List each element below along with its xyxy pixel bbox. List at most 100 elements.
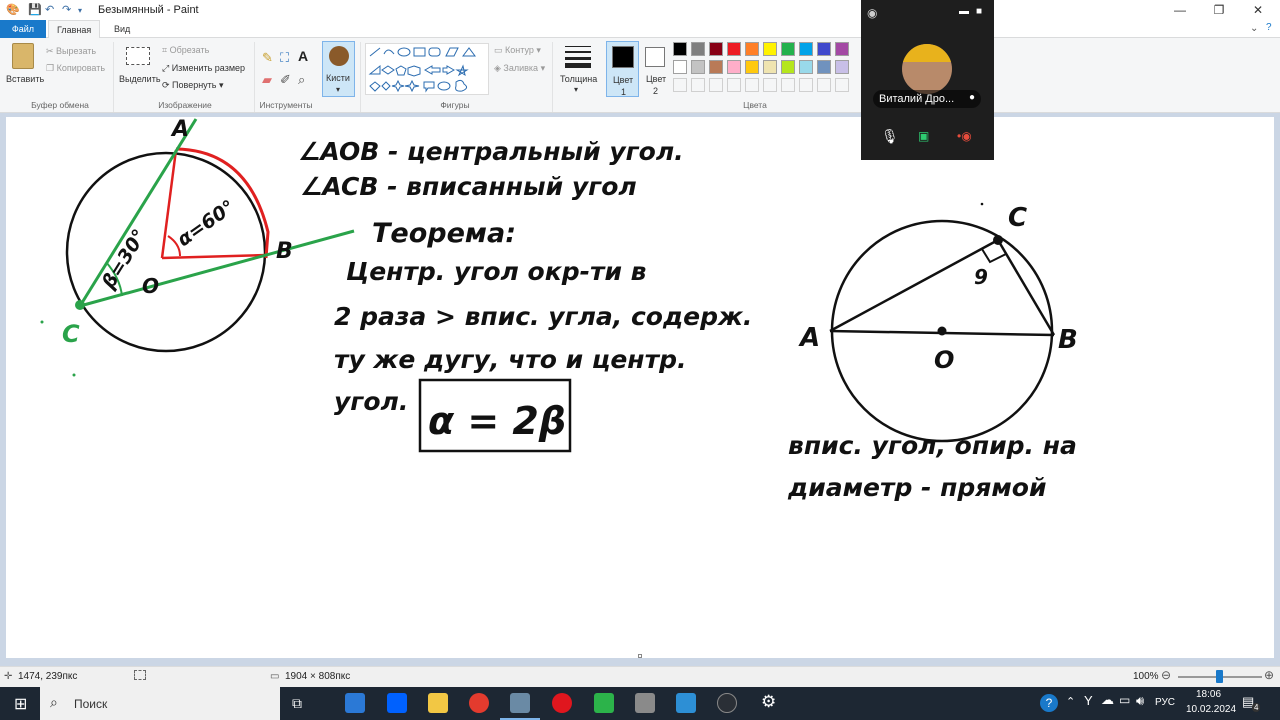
crop-button[interactable]: ⌗ Обрезать: [162, 45, 209, 56]
custom-color-slot[interactable]: [691, 78, 705, 92]
yandex-tray-icon[interactable]: Y: [1084, 693, 1093, 708]
canvas-resize-handle[interactable]: [638, 654, 642, 658]
dropbox-icon[interactable]: [387, 693, 407, 713]
undo-icon[interactable]: ↶: [45, 3, 54, 16]
help-tray-icon[interactable]: ?: [1040, 694, 1058, 712]
palette-swatch[interactable]: [799, 42, 813, 56]
opera-icon[interactable]: [552, 693, 572, 713]
screen-share-icon[interactable]: ▣: [918, 129, 929, 143]
eraser-icon[interactable]: ▰: [262, 72, 272, 88]
mic-icon[interactable]: 🎙: [881, 128, 899, 145]
paste-icon[interactable]: [12, 43, 34, 69]
color2-button[interactable]: Цвет 2: [641, 41, 671, 97]
palette-swatch[interactable]: [691, 42, 705, 56]
thickness-button[interactable]: Толщина: [560, 74, 597, 84]
fill-bucket-icon[interactable]: ⛶: [280, 50, 289, 66]
photos-app-icon[interactable]: [676, 693, 696, 713]
palette-swatch[interactable]: [835, 42, 849, 56]
palette-swatch[interactable]: [727, 42, 741, 56]
palette-swatch[interactable]: [745, 42, 759, 56]
custom-color-slot[interactable]: [745, 78, 759, 92]
yandex-browser-icon[interactable]: [469, 693, 489, 713]
taskbar-search-box[interactable]: ⌕ Поиск: [40, 687, 280, 720]
rotate-button[interactable]: ⟳ Повернуть ▾: [162, 80, 224, 91]
resize-button[interactable]: ⤢ Изменить размер: [162, 63, 245, 74]
quick-access-dropdown-icon[interactable]: ▾: [78, 6, 82, 15]
zoom-in-button[interactable]: ⊕: [1264, 668, 1274, 682]
custom-color-slot[interactable]: [673, 78, 687, 92]
start-windows-icon[interactable]: ⊞: [14, 694, 27, 714]
file-explorer-icon[interactable]: [428, 693, 448, 713]
end-call-icon[interactable]: •◉: [957, 129, 972, 143]
network-icon[interactable]: ▭: [1119, 693, 1130, 707]
brushes-button[interactable]: Кисти ▾: [322, 41, 355, 97]
palette-swatch[interactable]: [799, 60, 813, 74]
palette-swatch[interactable]: [781, 60, 795, 74]
palette-swatch[interactable]: [817, 60, 831, 74]
palette-swatch[interactable]: [709, 60, 723, 74]
custom-color-slot[interactable]: [835, 78, 849, 92]
palette-swatch[interactable]: [673, 42, 687, 56]
volume-icon[interactable]: 🔊︎: [1136, 693, 1144, 709]
clock-time[interactable]: 18:06: [1196, 689, 1221, 700]
custom-color-slot[interactable]: [709, 78, 723, 92]
save-icon[interactable]: 💾: [28, 3, 42, 16]
custom-color-slot[interactable]: [727, 78, 741, 92]
settings-gear-icon[interactable]: ⚙: [761, 692, 776, 712]
cloud-tray-icon[interactable]: ☁: [1101, 692, 1114, 708]
close-button[interactable]: ✕: [1238, 0, 1278, 20]
show-hidden-icons[interactable]: ⌃: [1066, 695, 1075, 708]
clock-date[interactable]: 10.02.2024: [1186, 704, 1236, 715]
palette-swatch[interactable]: [691, 60, 705, 74]
tab-home[interactable]: Главная: [48, 20, 101, 38]
tab-view[interactable]: Вид: [106, 20, 138, 38]
palette-swatch[interactable]: [673, 60, 687, 74]
thickness-icon[interactable]: [565, 44, 591, 68]
select-button[interactable]: Выделить: [119, 74, 161, 84]
fill-button[interactable]: ◈ Заливка ▾: [494, 63, 545, 74]
paste-button[interactable]: Вставить: [6, 74, 44, 84]
outline-button[interactable]: ▭ Контур ▾: [494, 45, 541, 56]
screen-recorder-icon[interactable]: [717, 693, 737, 713]
palette-swatch[interactable]: [835, 60, 849, 74]
palette-swatch[interactable]: [745, 60, 759, 74]
palette-swatch[interactable]: [763, 42, 777, 56]
select-icon[interactable]: [126, 47, 150, 65]
language-indicator[interactable]: РУС: [1155, 697, 1175, 708]
zoom-out-button[interactable]: ⊖: [1161, 668, 1171, 682]
custom-color-slot[interactable]: [763, 78, 777, 92]
palette-swatch[interactable]: [817, 42, 831, 56]
spreadsheet-app-icon[interactable]: [594, 693, 614, 713]
drawing-canvas[interactable]: A B C O β=30° α=60° ∠AOB - центральный у…: [6, 117, 1274, 658]
palette-swatch[interactable]: [727, 60, 741, 74]
task-view-icon[interactable]: ⧉: [292, 695, 302, 712]
maximize-button[interactable]: ❐: [1199, 0, 1239, 20]
paint-taskbar-icon[interactable]: [510, 693, 530, 713]
text-tool-icon[interactable]: A: [298, 48, 308, 64]
mail-app-icon[interactable]: [345, 693, 365, 713]
copy-button[interactable]: ❐ Копировать: [46, 63, 105, 74]
custom-color-slot[interactable]: [817, 78, 831, 92]
color-picker-icon[interactable]: ✐: [280, 72, 291, 88]
tab-file[interactable]: Файл: [0, 20, 46, 38]
camera-icon[interactable]: ◉: [867, 6, 877, 20]
minimize-button[interactable]: —: [1160, 0, 1200, 20]
redo-icon[interactable]: ↷: [62, 3, 71, 16]
shapes-gallery[interactable]: [365, 43, 489, 95]
pencil-icon[interactable]: ✎: [262, 50, 273, 66]
minimize-call-icon[interactable]: ▬: [959, 6, 969, 17]
camera-app-icon[interactable]: [635, 693, 655, 713]
magnifier-icon[interactable]: ⌕: [298, 72, 305, 88]
help-icon[interactable]: ?: [1266, 22, 1272, 33]
left-label-a: A: [170, 117, 189, 142]
custom-color-slot[interactable]: [781, 78, 795, 92]
palette-swatch[interactable]: [781, 42, 795, 56]
cut-button[interactable]: ✂ Вырезать: [46, 46, 96, 57]
palette-swatch[interactable]: [709, 42, 723, 56]
zoom-slider-thumb[interactable]: [1216, 670, 1223, 683]
custom-color-slot[interactable]: [799, 78, 813, 92]
expand-call-icon[interactable]: ■: [976, 6, 982, 17]
palette-swatch[interactable]: [763, 60, 777, 74]
ribbon-collapse-icon[interactable]: ⌄: [1250, 23, 1258, 34]
color1-button[interactable]: Цвет 1: [606, 41, 639, 97]
